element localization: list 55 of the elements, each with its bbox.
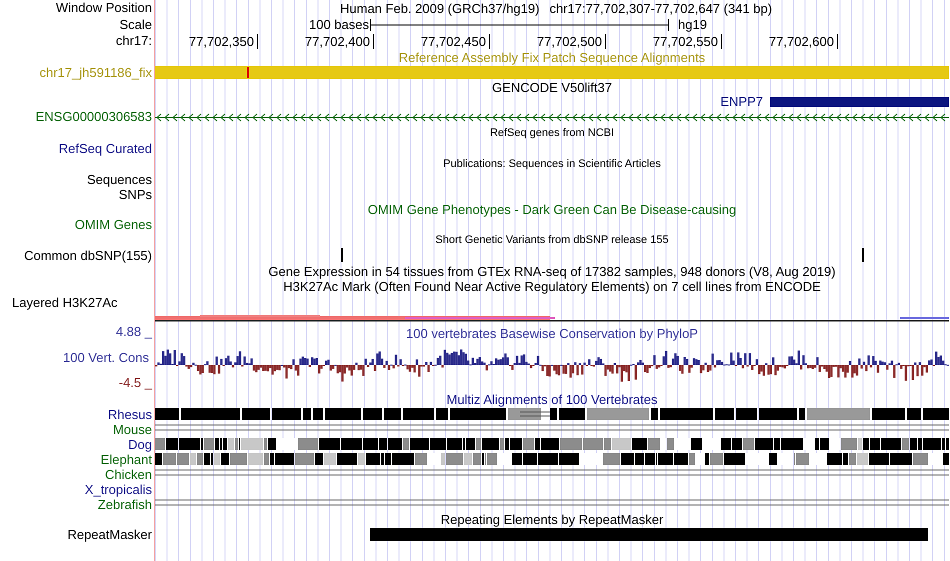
- ruler-tick: [605, 34, 606, 49]
- track-title: Reference Assembly Fix Patch Sequence Alignments: [398, 50, 706, 65]
- track-title: 100 vertebrates Basewise Conservation by PhyloP: [406, 326, 698, 341]
- scale-text: 100 bases: [309, 17, 369, 33]
- track-label[interactable]: Scale: [119, 17, 152, 32]
- track-label[interactable]: 100 Vert. Cons: [63, 350, 152, 364]
- track-title: RefSeq genes from NCBI: [490, 127, 614, 140]
- track-label[interactable]: Sequences: [86, 172, 152, 187]
- track-label[interactable]: SNPs: [118, 187, 152, 202]
- track-label[interactable]: Rhesus: [108, 407, 152, 422]
- track-title: H3K27Ac Mark (Often Found Near Active Regulatory Elements) on 7 cell lines from ENCODE: [283, 279, 821, 294]
- mismatch-mark: [247, 67, 249, 78]
- track-label[interactable]: Mouse: [112, 422, 152, 437]
- ruler-tick-label: 77,702,400: [304, 34, 371, 49]
- ruler-tick-label: 77,702,600: [768, 34, 835, 49]
- assembly-label: hg19: [678, 17, 707, 33]
- gene-bar[interactable]: [770, 97, 949, 107]
- track-label[interactable]: Elephant: [100, 452, 152, 467]
- ruler-tick-label: 77,702,500: [536, 34, 603, 49]
- ruler-tick: [721, 34, 722, 49]
- track-title: Repeating Elements by RepeatMasker: [440, 512, 664, 527]
- ruler-tick: [489, 34, 490, 49]
- track-title: Gene Expression in 54 tissues from GTEx RNA-seq of 17382 samples, 948 donors (V8, Aug 2019): [268, 264, 836, 279]
- snp-mark[interactable]: [862, 248, 864, 262]
- track-title: Short Genetic Variants from dbSNP release 155: [435, 234, 669, 247]
- ruler-tick: [837, 34, 838, 49]
- gene-name[interactable]: ENPP7: [720, 95, 763, 109]
- track-title: Publications: Sequences in Scientific Articles: [443, 158, 661, 171]
- track-title: Multiz Alignments of 100 Vertebrates: [446, 392, 658, 407]
- ruler-tick-label: 77,702,350: [188, 34, 255, 49]
- track-label[interactable]: Dog: [128, 437, 152, 452]
- ruler-tick-label: 77,702,450: [420, 34, 487, 49]
- assembly-name: Human Feb. 2009 (GRCh37/hg19): [340, 0, 540, 17]
- track-title: GENCODE V50lift37: [492, 80, 612, 95]
- ruler-tick-label: 77,702,550: [652, 34, 719, 49]
- repeat-element-bar[interactable]: [370, 528, 928, 541]
- track-label[interactable]: OMIM Genes: [74, 217, 152, 232]
- track-label[interactable]: RefSeq Curated: [58, 141, 152, 156]
- ruler-tick: [257, 34, 258, 49]
- track-label[interactable]: Zebrafish: [98, 497, 152, 512]
- axis-max-label: 4.88 _: [116, 324, 152, 339]
- track-label[interactable]: RepeatMasker: [67, 527, 152, 542]
- ruler-tick: [373, 34, 374, 49]
- position-range: chr17:77,702,307-77,702,647 (341 bp): [549, 0, 772, 17]
- snp-mark[interactable]: [341, 248, 343, 262]
- track-label[interactable]: Layered H3K27Ac: [12, 295, 118, 310]
- strand-arrows-drawing[interactable]: [155, 113, 949, 122]
- track-label[interactable]: Chicken: [105, 467, 152, 482]
- axis-min-label: -4.5 _: [118, 375, 152, 390]
- track-label[interactable]: Window Position: [56, 0, 152, 15]
- track-label[interactable]: ENSG00000306583: [36, 109, 152, 124]
- track-label[interactable]: X_tropicalis: [84, 482, 152, 497]
- track-title: OMIM Gene Phenotypes - Dark Green Can Be Disease-causing: [368, 202, 736, 217]
- track-label[interactable]: chr17:: [116, 33, 152, 48]
- track-label[interactable]: Common dbSNP(155): [24, 248, 152, 263]
